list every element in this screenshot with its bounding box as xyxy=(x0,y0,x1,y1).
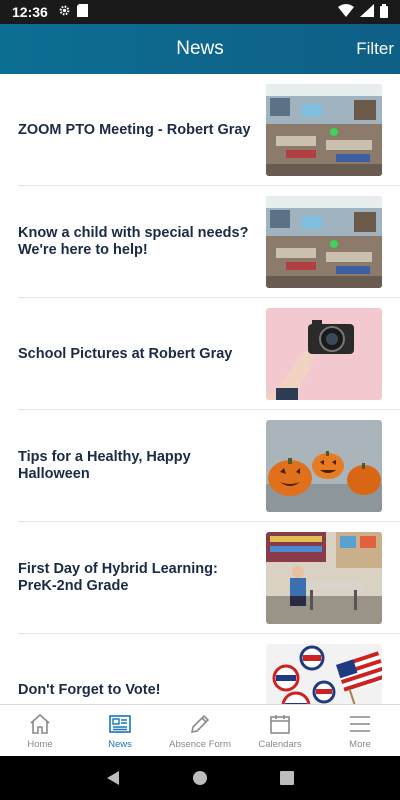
classroom-photo xyxy=(266,84,382,176)
classroom-photo xyxy=(266,196,382,288)
page-title: News xyxy=(176,38,224,59)
signal-icon xyxy=(360,4,374,20)
nav-calendars-label: Calendars xyxy=(258,738,302,750)
news-item[interactable]: School Pictures at Robert Gray xyxy=(0,298,400,410)
app-header: News Filter xyxy=(0,24,400,74)
nav-calendars[interactable]: Calendars xyxy=(240,705,320,756)
filter-button[interactable]: Filter xyxy=(356,24,394,74)
back-icon[interactable] xyxy=(98,763,128,793)
status-bar: 12:36 xyxy=(0,0,400,24)
nav-more[interactable]: More xyxy=(320,705,400,756)
gear-icon xyxy=(58,4,71,20)
status-time: 12:36 xyxy=(12,4,48,20)
pumpkins-photo xyxy=(266,420,382,512)
news-icon xyxy=(109,714,131,733)
news-title: ZOOM PTO Meeting - Robert Gray xyxy=(18,121,251,138)
recents-icon[interactable] xyxy=(272,763,302,793)
wifi-icon xyxy=(338,4,354,20)
battery-icon xyxy=(380,3,388,21)
sim-icon xyxy=(76,4,88,20)
news-list[interactable]: ZOOM PTO Meeting - Robert Gray Know a ch… xyxy=(0,74,400,704)
home-circle-icon[interactable] xyxy=(185,763,215,793)
nav-news-label: News xyxy=(108,738,132,750)
news-item[interactable]: ZOOM PTO Meeting - Robert Gray xyxy=(0,74,400,186)
home-icon xyxy=(30,713,50,734)
nav-home-label: Home xyxy=(27,738,53,750)
vote-buttons-photo xyxy=(266,644,382,704)
news-item[interactable]: Tips for a Healthy, Happy Halloween xyxy=(0,410,400,522)
nav-home[interactable]: Home xyxy=(0,705,80,756)
news-title: School Pictures at Robert Gray xyxy=(18,345,233,362)
news-title: First Day of Hybrid Learning: PreK-2nd G… xyxy=(18,561,218,594)
news-item[interactable]: Don't Forget to Vote! xyxy=(0,634,400,704)
news-title: Tips for a Healthy, Happy Halloween xyxy=(18,449,191,482)
student-desk-photo xyxy=(266,532,382,624)
news-item[interactable]: Know a child with special needs? We're h… xyxy=(0,186,400,298)
pencil-icon xyxy=(190,714,210,733)
calendar-icon xyxy=(270,714,290,734)
news-title: Know a child with special needs? We're h… xyxy=(18,225,249,258)
nav-more-label: More xyxy=(349,738,371,750)
camera-photo xyxy=(266,308,382,400)
system-nav xyxy=(0,756,400,800)
news-title: Don't Forget to Vote! xyxy=(18,681,161,698)
nav-absence-form-label: Absence Form xyxy=(169,738,231,750)
news-item[interactable]: First Day of Hybrid Learning: PreK-2nd G… xyxy=(0,522,400,634)
menu-icon xyxy=(350,715,370,732)
bottom-nav: Home News Absence Form Calendars More xyxy=(0,704,400,756)
nav-absence-form[interactable]: Absence Form xyxy=(160,705,240,756)
nav-news[interactable]: News xyxy=(80,705,160,756)
